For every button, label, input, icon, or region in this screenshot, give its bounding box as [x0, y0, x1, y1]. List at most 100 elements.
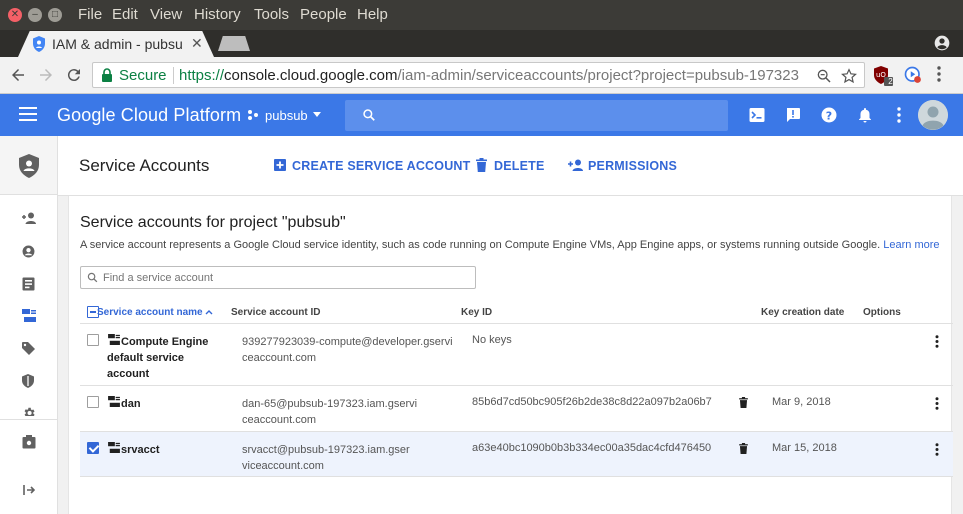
delete-key-icon[interactable] [739, 443, 748, 454]
key-id: a63e40bc1090b0b3b334ec00a35dac4cfd476450 [472, 442, 712, 454]
tab-close-icon[interactable]: ✕ [191, 35, 203, 52]
address-separator [173, 67, 174, 84]
iam-shield-icon [18, 154, 40, 178]
service-accounts-card: Service accounts for project "pubsub" A … [68, 196, 953, 514]
notifications-bell-icon[interactable] [858, 107, 872, 123]
account-circle-icon[interactable] [22, 245, 35, 258]
secure-label: Secure [119, 67, 167, 84]
rail-divider [0, 419, 57, 420]
menu-file[interactable]: File [78, 6, 102, 23]
row-checkbox-checked[interactable] [87, 442, 99, 454]
forward-arrow-icon[interactable] [37, 66, 55, 84]
new-tab-button[interactable] [218, 36, 250, 51]
url-path: /iam-admin/serviceaccounts/project?proje… [397, 67, 799, 84]
menu-help[interactable]: Help [357, 6, 388, 23]
key-id: No keys [472, 334, 512, 346]
settings-icon[interactable] [22, 406, 36, 416]
table-row[interactable]: dan dan-65@pubsub-197323.iam.gserviceacc… [80, 386, 953, 432]
gcp-header: Google Cloud Platform pubsub ? [0, 94, 963, 136]
table-row[interactable]: srvacct srvacct@pubsub-197323.iam.gservi… [80, 432, 953, 477]
menu-people[interactable]: People [300, 6, 347, 23]
column-header-key-id[interactable]: Key ID [461, 307, 492, 318]
tab-title: IAM & admin - pubsub [52, 36, 182, 52]
menu-view[interactable]: View [150, 6, 182, 23]
browser-menu-icon[interactable] [937, 66, 941, 82]
person-add-icon [568, 159, 583, 171]
service-account-id: 939277923039-compute@developer.gservicea… [242, 336, 453, 364]
window-close-button[interactable]: ✕ [8, 8, 22, 22]
search-icon [362, 108, 376, 122]
column-name-label: Service account name [97, 307, 203, 318]
extension-badge: 2 [888, 77, 893, 86]
back-arrow-icon[interactable] [9, 66, 27, 84]
trash-icon [476, 158, 487, 172]
row-checkbox[interactable] [87, 396, 99, 408]
manage-resources-icon[interactable] [22, 435, 36, 449]
browser-tab-strip: IAM & admin - pubsub ✕ [0, 30, 963, 57]
shield-favicon-icon [32, 36, 46, 52]
delete-label: DELETE [494, 159, 545, 173]
menu-tools[interactable]: Tools [254, 6, 289, 23]
service-account-id: dan-65@pubsub-197323.iam.gserviceaccount… [242, 398, 418, 426]
key-creation-date: Mar 15, 2018 [772, 442, 837, 454]
svg-text:?: ? [826, 110, 832, 123]
row-options-icon[interactable] [935, 397, 939, 410]
zoom-icon[interactable] [816, 68, 832, 84]
row-options-icon[interactable] [935, 443, 939, 456]
delete-key-icon[interactable] [739, 397, 748, 408]
more-options-icon[interactable] [897, 107, 901, 123]
gcp-brand-title[interactable]: Google Cloud Platform [57, 105, 241, 126]
window-maximize-button[interactable]: □ [48, 8, 62, 22]
reload-icon[interactable] [65, 66, 83, 84]
search-icon [87, 272, 98, 283]
browser-toolbar: Secure https://console.cloud.google.com/… [0, 57, 963, 94]
find-service-account-input[interactable] [103, 270, 463, 285]
bookmark-star-icon[interactable] [841, 68, 857, 84]
key-id: 85b6d7cd50bc905f26b2de38c8d22a097b2a06b7 [472, 396, 712, 408]
hamburger-menu-icon[interactable] [19, 107, 37, 121]
column-header-key-date[interactable]: Key creation date [761, 307, 844, 318]
window-minimize-button[interactable]: – [28, 8, 42, 22]
column-header-id[interactable]: Service account ID [231, 307, 320, 318]
project-name: pubsub [265, 108, 308, 123]
section-title: Service accounts for project "pubsub" [80, 214, 346, 231]
add-box-icon [274, 159, 286, 171]
service-accounts-icon[interactable] [22, 309, 36, 322]
address-bar[interactable]: Secure https://console.cloud.google.com/… [92, 62, 865, 88]
url-text[interactable]: https://console.cloud.google.com/iam-adm… [179, 67, 799, 84]
url-scheme: https:// [179, 67, 225, 84]
browser-profile-icon[interactable] [934, 35, 950, 51]
add-person-icon[interactable] [22, 212, 36, 224]
cloud-shell-icon[interactable] [749, 107, 765, 123]
service-account-name: dan [121, 398, 141, 410]
sort-ascending-icon [205, 309, 213, 315]
gcp-search-bar[interactable] [345, 100, 728, 131]
labels-icon[interactable] [22, 342, 35, 355]
avatar[interactable] [918, 100, 948, 130]
menu-edit[interactable]: Edit [112, 6, 138, 23]
cast-extension-icon[interactable] [904, 66, 922, 84]
service-account-name: Compute Engine default service account [107, 336, 209, 380]
create-service-account-label: CREATE SERVICE ACCOUNT [292, 159, 471, 173]
audit-log-icon[interactable] [22, 277, 35, 291]
find-service-account-field[interactable] [80, 266, 476, 289]
row-options-icon[interactable] [935, 335, 939, 348]
url-host: console.cloud.google.com [224, 67, 398, 84]
browser-tab-active[interactable]: IAM & admin - pubsub ✕ [18, 31, 214, 57]
learn-more-link[interactable]: Learn more [883, 239, 939, 251]
page-title: Service Accounts [79, 156, 210, 175]
left-nav-rail [0, 136, 58, 514]
description-text: A service account represents a Google Cl… [80, 239, 881, 251]
column-header-name[interactable]: Service account name [97, 307, 213, 318]
caret-down-icon [313, 112, 321, 117]
table-header: Service account name Service account ID … [80, 303, 953, 324]
content-area: Service accounts for project "pubsub" A … [58, 196, 963, 514]
expand-rail-icon[interactable] [23, 484, 35, 496]
table-row[interactable]: Compute Engine default service account 9… [80, 324, 953, 386]
help-icon[interactable]: ? [821, 107, 837, 123]
menu-history[interactable]: History [194, 6, 241, 23]
feedback-icon[interactable] [785, 107, 801, 123]
security-shield-icon[interactable] [22, 374, 34, 388]
row-checkbox[interactable] [87, 334, 99, 346]
project-dots-icon [247, 109, 259, 121]
